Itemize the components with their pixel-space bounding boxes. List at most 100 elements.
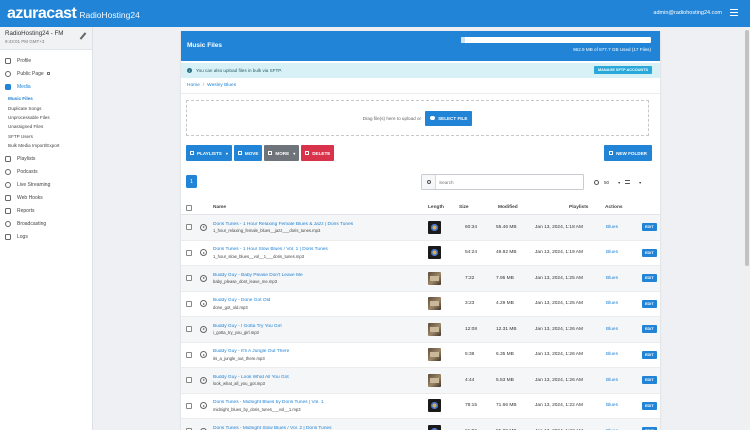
album-art[interactable] — [428, 220, 441, 234]
edit-button[interactable]: EDIT — [642, 248, 657, 257]
sidebar-item-broadcasting[interactable]: Broadcasting — [0, 217, 92, 230]
playlist-link[interactable]: Blues — [606, 301, 642, 306]
row-checkbox[interactable] — [186, 351, 192, 358]
hamburger-menu-icon[interactable] — [730, 9, 738, 16]
track-title-link[interactable]: Doris Tunes - Midnight Slow Blues / Vol.… — [213, 426, 428, 430]
size-cell: 49.82 MB — [496, 250, 517, 256]
album-art[interactable] — [428, 297, 441, 311]
brand[interactable]: azuracast RadioHosting24 — [7, 5, 140, 23]
search-icon — [426, 180, 431, 184]
track-title-link[interactable]: Buddy Guy - Look What All You Got — [213, 375, 428, 380]
select-file-button[interactable]: SELECT FILE — [425, 110, 473, 126]
edit-button[interactable]: EDIT — [642, 401, 657, 410]
sidebar-item-live-streaming[interactable]: Live Streaming — [0, 178, 92, 191]
playlist-link[interactable]: Blues — [606, 225, 642, 230]
track-title-link[interactable]: Buddy Guy - Baby Please Don't Leave Me — [213, 273, 428, 278]
column-header-modified[interactable]: Modified — [498, 205, 569, 210]
row-checkbox[interactable] — [186, 275, 192, 282]
column-header-size[interactable]: Size — [459, 205, 498, 210]
row-checkbox[interactable] — [186, 300, 192, 307]
play-icon[interactable] — [200, 249, 207, 257]
play-icon[interactable] — [200, 325, 207, 333]
track-title-link[interactable]: Buddy Guy - Done Got Old — [213, 298, 428, 303]
azuracast-logo[interactable]: azuracast — [7, 5, 77, 23]
search-input[interactable] — [436, 179, 576, 185]
track-title-link[interactable]: Doris Tunes - 1 Hour Slow Blues / Vol. 1… — [213, 247, 428, 252]
sidebar-item-playlists[interactable]: Playlists — [0, 152, 92, 165]
edit-button[interactable]: EDIT — [642, 223, 657, 232]
playlist-link[interactable]: Blues — [606, 352, 642, 357]
album-art[interactable] — [428, 399, 441, 413]
track-title-link[interactable]: Doris Tunes - Midnight Blues by Doris Tu… — [213, 400, 428, 405]
sidebar-item-label: Reports — [17, 207, 35, 214]
album-art[interactable] — [428, 373, 441, 387]
subnav-unassigned-files[interactable]: Unassigned Files — [0, 122, 92, 131]
subnav-duplicate-songs[interactable]: Duplicate Songs — [0, 103, 92, 112]
edit-button[interactable]: EDIT — [642, 376, 657, 385]
playlist-link[interactable]: Blues — [606, 378, 642, 383]
sidebar-item-web-hooks[interactable]: Web Hooks — [0, 191, 92, 204]
play-icon[interactable] — [200, 351, 207, 359]
user-email[interactable]: admin@radiohosting24.com — [653, 10, 722, 16]
playlist-link[interactable]: Blues — [606, 250, 642, 255]
sidebar-item-profile[interactable]: Profile — [0, 54, 92, 67]
scrollbar-thumb[interactable] — [745, 30, 749, 266]
row-checkbox[interactable] — [186, 326, 192, 333]
sidebar-item-public-page[interactable]: Public Page — [0, 67, 92, 80]
per-page-select[interactable]: 50 — [604, 180, 609, 185]
column-header-name[interactable]: Name — [200, 205, 428, 210]
playlist-link[interactable]: Blues — [606, 276, 642, 281]
row-checkbox[interactable] — [186, 377, 192, 384]
dropzone-text: Drag file(s) here to upload or — [362, 115, 422, 121]
pagination-page-1[interactable]: 1 — [186, 175, 197, 188]
delete-button[interactable]: DELETE — [301, 145, 335, 161]
move-button[interactable]: MOVE — [233, 145, 263, 161]
manage-sftp-accounts-button[interactable]: MANAGE SFTP ACCOUNTS — [594, 66, 652, 74]
row-checkbox[interactable] — [186, 224, 192, 231]
album-art[interactable] — [428, 348, 441, 362]
page-scrollbar[interactable] — [744, 27, 750, 430]
row-checkbox[interactable] — [186, 249, 192, 256]
play-icon[interactable] — [200, 223, 207, 231]
subnav-unprocessable-files[interactable]: Unprocessable Files — [0, 113, 92, 122]
album-art[interactable] — [428, 246, 441, 260]
column-header-length[interactable]: Length — [428, 205, 459, 210]
playlists-button[interactable]: PLAYLISTS ▾ — [186, 145, 232, 161]
modified-cell: Jan 13, 2024, 1:22 AM — [535, 403, 584, 409]
playlist-link[interactable]: Blues — [606, 403, 642, 408]
track-title-link[interactable]: Buddy Guy - I Gotta Try You Girl — [213, 324, 428, 329]
sidebar-item-podcasts[interactable]: Podcasts — [0, 165, 92, 178]
sidebar-item-reports[interactable]: Reports — [0, 204, 92, 217]
track-title-link[interactable]: Buddy Guy - It's A Jungle Out There — [213, 349, 428, 354]
play-icon[interactable] — [200, 274, 207, 282]
select-all-checkbox[interactable] — [186, 204, 192, 211]
subnav-music-files[interactable]: Music Files — [0, 94, 92, 103]
upload-dropzone[interactable]: Drag file(s) here to upload or SELECT FI… — [186, 100, 649, 136]
track-title-link[interactable]: Doris Tunes - 1 Hour Relaxing Female Blu… — [213, 222, 428, 227]
album-art[interactable] — [428, 424, 441, 430]
row-checkbox[interactable] — [186, 402, 192, 409]
subnav-sftp-users[interactable]: SFTP Users — [0, 132, 92, 141]
new-folder-button[interactable]: NEW FOLDER — [604, 145, 652, 161]
edit-button[interactable]: EDIT — [642, 299, 657, 308]
breadcrumb-current-folder[interactable]: Wesley Blues — [207, 83, 236, 88]
columns-icon[interactable] — [625, 180, 631, 184]
play-icon[interactable] — [200, 402, 207, 410]
album-art[interactable] — [428, 271, 441, 285]
play-icon[interactable] — [200, 376, 207, 384]
subnav-bulk-import-export[interactable]: Bulk Media Import/Export — [0, 141, 92, 150]
sidebar-item-logs[interactable]: Logs — [0, 230, 92, 243]
album-art[interactable] — [428, 322, 441, 336]
row-select-cell — [181, 402, 200, 409]
playlist-link[interactable]: Blues — [606, 327, 642, 332]
edit-button[interactable]: EDIT — [642, 325, 657, 334]
search-box — [421, 174, 584, 190]
length-cell: 3:23 — [465, 301, 475, 307]
sidebar-item-media[interactable]: Media — [0, 80, 92, 93]
edit-button[interactable]: EDIT — [642, 350, 657, 359]
edit-button[interactable]: EDIT — [642, 274, 657, 283]
breadcrumb-home[interactable]: Home — [187, 83, 200, 88]
more-button[interactable]: MORE ▾ — [264, 145, 300, 161]
play-icon[interactable] — [200, 300, 207, 308]
refresh-icon[interactable] — [594, 179, 599, 185]
